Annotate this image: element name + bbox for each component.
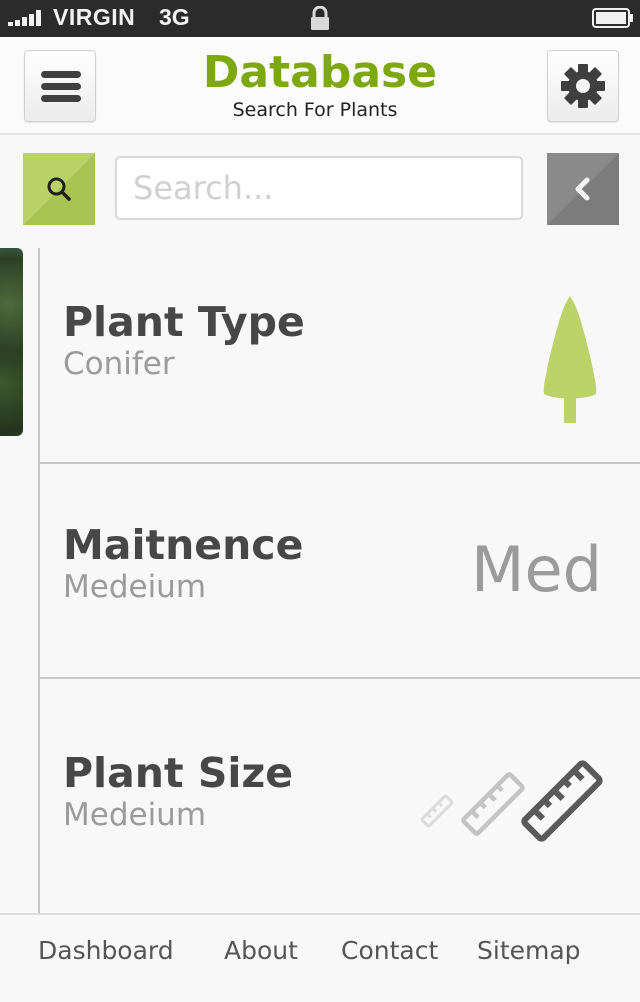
back-button[interactable] xyxy=(547,153,619,225)
row-title: Plant Type xyxy=(63,298,305,346)
search-button[interactable] xyxy=(23,153,95,225)
plant-size-row: Plant Size Medeium xyxy=(40,679,640,913)
status-bar: VIRGIN 3G xyxy=(0,0,640,37)
page-title: Database xyxy=(202,47,438,98)
signal-strength-icon xyxy=(8,10,48,26)
settings-button[interactable] xyxy=(547,50,619,122)
battery-icon xyxy=(592,8,633,28)
search-input[interactable] xyxy=(115,156,523,220)
row-value: Conifer xyxy=(63,346,175,382)
row-value: Medeium xyxy=(63,797,207,833)
ruler-size-icons xyxy=(420,760,603,842)
maintenance-row: Maitnence Medeium Med xyxy=(40,464,640,677)
row-title: Plant Size xyxy=(63,749,294,797)
small-ruler-icon xyxy=(420,794,454,828)
plant-photo-thumbnail[interactable] xyxy=(0,248,23,436)
footer-link-dashboard[interactable]: Dashboard xyxy=(38,935,174,967)
footer-link-sitemap[interactable]: Sitemap xyxy=(477,935,581,967)
row-title: Maitnence xyxy=(63,521,304,569)
medium-ruler-icon xyxy=(461,772,525,836)
conifer-tree-icon xyxy=(543,296,597,423)
carrier-name: VIRGIN xyxy=(53,4,136,30)
network-type: 3G xyxy=(159,4,190,30)
large-ruler-icon xyxy=(521,760,603,842)
page-subtitle: Search For Plants xyxy=(232,99,398,121)
chevron-left-icon xyxy=(575,177,590,201)
search-icon xyxy=(47,177,71,201)
plant-type-row: Plant Type Conifer xyxy=(40,248,640,462)
gear-icon xyxy=(561,64,605,108)
lock-icon xyxy=(311,6,329,30)
app-header: Database Search For Plants xyxy=(0,37,640,135)
footer-link-contact[interactable]: Contact xyxy=(341,935,438,967)
footer-link-about[interactable]: About xyxy=(224,935,298,967)
footer-nav: Dashboard About Contact Sitemap xyxy=(0,913,640,1002)
maintenance-level-indicator: Med xyxy=(471,533,602,606)
row-value: Medeium xyxy=(63,569,207,605)
